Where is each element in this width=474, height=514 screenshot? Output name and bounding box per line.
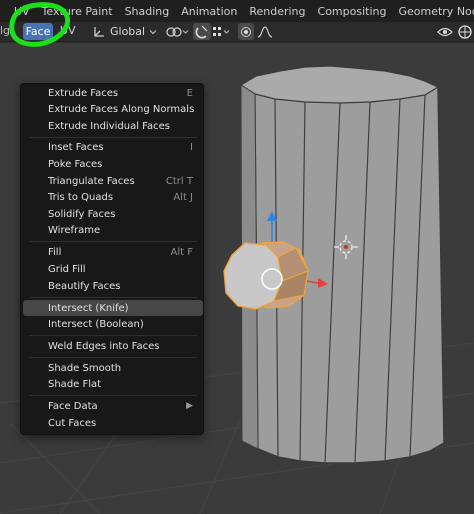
menu-item-label: Intersect (Boolean)	[48, 318, 144, 330]
transform-orientation-dropdown[interactable]: Global	[92, 23, 158, 40]
menu-item-shortcut: E	[186, 87, 193, 99]
menu-item-label: Inset Faces	[48, 141, 104, 153]
menu-item-label: Cut Faces	[48, 417, 97, 429]
selected-octagon-prism[interactable]	[223, 241, 309, 310]
magnet-icon	[195, 25, 208, 38]
menu-item-label: Extrude Individual Faces	[48, 120, 170, 132]
menu-item-wireframe[interactable]: Wireframe	[23, 222, 203, 238]
menu-separator	[29, 395, 197, 396]
viewport-header: lg Face UV Global	[0, 22, 474, 42]
link-icon	[166, 26, 189, 37]
face-menu-dropdown: Extrude Faces E Extrude Faces Along Norm…	[20, 83, 204, 435]
tab-uv-editing[interactable]: UV	[0, 5, 36, 18]
falloff-curve-icon	[257, 25, 273, 38]
menu-item-intersect-boolean[interactable]: Intersect (Boolean)	[23, 316, 203, 332]
3d-viewport[interactable]: Extrude Faces E Extrude Faces Along Norm…	[0, 43, 474, 514]
snap-toggle[interactable]	[193, 23, 211, 40]
menu-item-label: Wireframe	[48, 224, 101, 236]
chevron-down-icon	[149, 29, 157, 34]
menu-item-label: Grid Fill	[48, 263, 86, 275]
menu-separator	[29, 137, 197, 138]
menu-item-extrude-individual-faces[interactable]: Extrude Individual Faces	[23, 118, 203, 134]
falloff-dropdown[interactable]	[256, 23, 276, 40]
gizmo-toggle[interactable]	[456, 23, 474, 40]
face-menu-button[interactable]: Face	[23, 23, 53, 40]
eye-icon	[437, 27, 453, 36]
menu-item-beautify-faces[interactable]: Beautify Faces	[23, 278, 203, 294]
menu-item-grid-fill[interactable]: Grid Fill	[23, 261, 203, 277]
tab-compositing[interactable]: Compositing	[312, 5, 393, 18]
grid-dots-icon	[213, 26, 230, 36]
menu-item-label: Tris to Quads	[48, 191, 114, 203]
menu-item-triangulate-faces[interactable]: Triangulate Faces Ctrl T	[23, 173, 203, 189]
uv-menu-button[interactable]: UV	[60, 24, 76, 37]
menu-item-label: Face Data	[48, 400, 98, 412]
submenu-arrow-icon: ▶	[186, 401, 193, 411]
menu-item-shade-flat[interactable]: Shade Flat	[23, 376, 203, 392]
gizmo-globe-icon	[458, 24, 472, 39]
menu-item-shortcut: Ctrl T	[165, 175, 193, 187]
menu-item-fill[interactable]: Fill Alt F	[23, 244, 203, 260]
tab-shading[interactable]: Shading	[119, 5, 176, 18]
workspace-tab-bar: UV Texture Paint Shading Animation Rende…	[0, 0, 474, 22]
menu-separator	[29, 241, 197, 242]
visibility-dropdown[interactable]	[436, 23, 456, 40]
menu-separator	[29, 335, 197, 336]
menu-item-cut-faces[interactable]: Cut Faces	[23, 415, 203, 431]
menu-item-label: Beautify Faces	[48, 280, 121, 292]
menu-item-label: Intersect (Knife)	[48, 302, 129, 314]
menu-item-shortcut: Alt J	[173, 191, 193, 203]
menu-item-solidify-faces[interactable]: Solidify Faces	[23, 206, 203, 222]
menu-item-shade-smooth[interactable]: Shade Smooth	[23, 360, 203, 376]
orientation-axes-icon	[94, 26, 104, 37]
menu-separator	[29, 297, 197, 298]
menu-item-label: Shade Smooth	[48, 362, 122, 374]
menu-item-label: Fill	[48, 246, 62, 258]
menu-item-shortcut: Alt F	[170, 246, 193, 258]
tab-geometry-nodes[interactable]: Geometry Nodes	[392, 5, 474, 18]
proportional-editing-toggle[interactable]	[238, 23, 254, 40]
pivot-point-dropdown[interactable]	[164, 23, 192, 40]
menu-item-intersect-knife[interactable]: Intersect (Knife)	[23, 300, 203, 316]
menu-item-extrude-faces-along-normals[interactable]: Extrude Faces Along Normals	[23, 101, 203, 117]
proportional-dot-icon	[241, 26, 251, 37]
menu-item-shortcut: I	[190, 141, 193, 153]
menu-item-extrude-faces[interactable]: Extrude Faces E	[23, 85, 203, 101]
menu-item-weld-edges-into-faces[interactable]: Weld Edges into Faces	[23, 338, 203, 354]
tab-rendering[interactable]: Rendering	[243, 5, 311, 18]
menu-item-label: Poke Faces	[48, 158, 103, 170]
edge-menu-stub[interactable]: lg	[0, 24, 10, 37]
menu-item-label: Shade Flat	[48, 378, 102, 390]
menu-item-face-data[interactable]: Face Data ▶	[23, 398, 203, 414]
menu-item-label: Extrude Faces Along Normals	[48, 103, 195, 115]
orientation-label: Global	[110, 25, 146, 38]
tab-animation[interactable]: Animation	[175, 5, 243, 18]
menu-separator	[29, 357, 197, 358]
menu-item-label: Triangulate Faces	[48, 175, 135, 187]
menu-item-poke-faces[interactable]: Poke Faces	[23, 156, 203, 172]
menu-item-label: Extrude Faces	[48, 87, 119, 99]
menu-item-tris-to-quads[interactable]: Tris to Quads Alt J	[23, 189, 203, 205]
menu-item-inset-faces[interactable]: Inset Faces I	[23, 139, 203, 155]
snap-target-dropdown[interactable]	[211, 23, 233, 40]
menu-item-label: Solidify Faces	[48, 208, 116, 220]
menu-item-label: Weld Edges into Faces	[48, 340, 160, 352]
tab-texture-paint[interactable]: Texture Paint	[36, 5, 119, 18]
